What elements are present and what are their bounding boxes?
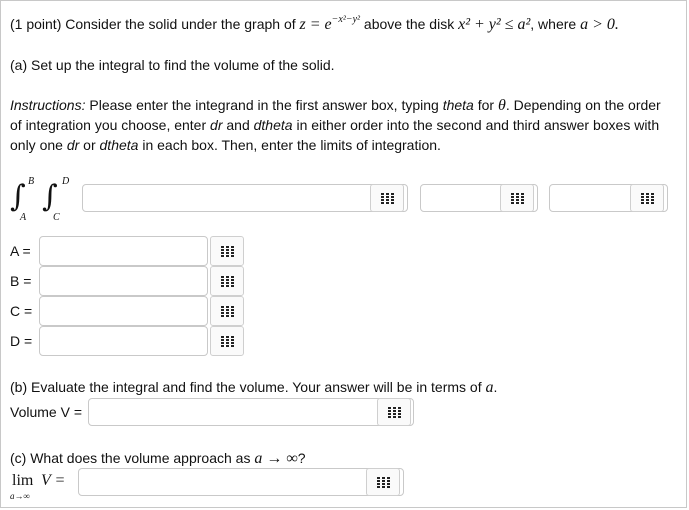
inner-lower-limit: C	[53, 212, 60, 223]
limit-a-equation-editor-button[interactable]	[210, 236, 244, 266]
limit-c-equation-editor-button[interactable]	[210, 296, 244, 326]
integrand-input[interactable]	[82, 184, 408, 212]
grid-icon	[640, 192, 654, 204]
outer-upper-limit: B	[28, 176, 35, 187]
problem-prefix: (1 point) Consider the solid under the g…	[10, 16, 296, 32]
instructions-dtheta: dtheta	[253, 117, 293, 133]
disk-inequality: x² + y² ≤ a²	[458, 16, 531, 33]
limit-volume-equation-editor-button[interactable]	[366, 468, 400, 496]
limit-b-label: B =	[10, 273, 32, 289]
instructions-line-3: only one dr or dtheta in each box. Then,…	[10, 136, 441, 154]
part-b-prompt: (b) Evaluate the integral and find the v…	[10, 378, 497, 397]
grid-icon	[376, 476, 390, 488]
limit-a-input[interactable]	[39, 236, 208, 266]
limit-b-equation-editor-button[interactable]	[210, 266, 244, 296]
part-c-qmark: ?	[297, 450, 306, 466]
part-b-text: (b) Evaluate the integral and find the v…	[10, 379, 482, 395]
problem-statement: (1 point) Consider the solid under the g…	[10, 14, 619, 36]
part-a-prompt: (a) Set up the integral to find the volu…	[10, 57, 335, 73]
limit-c-input[interactable]	[39, 296, 208, 326]
grid-icon	[220, 305, 234, 317]
instructions-text: and	[226, 117, 250, 133]
theta-symbol: θ	[497, 97, 506, 114]
instructions-text: only one	[10, 137, 63, 153]
instructions-dr: dr	[210, 117, 223, 133]
limit-d-equation-editor-button[interactable]	[210, 326, 244, 356]
instructions-text: of integration you choose, enter	[10, 117, 207, 133]
instructions-line-1: Instructions: Please enter the integrand…	[10, 96, 661, 115]
instructions-text: Please enter the integrand in the first …	[89, 97, 439, 113]
grid-icon	[387, 406, 401, 418]
instructions-dr: dr	[66, 137, 80, 153]
instructions-text: in each box. Then, enter the limits of i…	[142, 137, 441, 153]
graph-equation: z = e−x²−y²	[299, 14, 361, 33]
grid-icon	[380, 192, 394, 204]
volume-equation-editor-button[interactable]	[377, 398, 411, 426]
problem-suffix: , where	[530, 16, 577, 32]
limit-d-input[interactable]	[39, 326, 208, 356]
instructions-text: or	[83, 137, 96, 153]
limit-a-label: A =	[10, 243, 31, 259]
outer-integral-sign: ∫	[10, 179, 26, 214]
grid-icon	[220, 245, 234, 257]
instructions-dtheta: dtheta	[99, 137, 139, 153]
differential-2-equation-editor-button[interactable]	[630, 184, 664, 212]
limit-volume-input[interactable]	[78, 468, 404, 496]
instructions-text: for	[477, 97, 495, 113]
part-b-period: .	[493, 379, 498, 395]
volume-label: Volume V =	[10, 404, 82, 420]
lim-label: lim	[12, 472, 34, 489]
problem-mid: above the disk	[363, 16, 455, 32]
integrand-equation-editor-button[interactable]	[370, 184, 404, 212]
instructions-label: Instructions:	[10, 97, 86, 113]
lim-subscript: a→∞	[10, 491, 30, 501]
inner-integral-sign: ∫	[42, 179, 58, 214]
instructions-line-2: of integration you choose, enter dr and …	[10, 116, 659, 134]
instructions-theta-word: theta	[442, 97, 474, 113]
instructions-text: in either order into the second and thir…	[296, 117, 660, 133]
grid-icon	[220, 275, 234, 287]
differential-1-equation-editor-button[interactable]	[500, 184, 534, 212]
limit-b-input[interactable]	[39, 266, 208, 296]
inner-upper-limit: D	[62, 176, 70, 187]
volume-input[interactable]	[88, 398, 414, 426]
grid-icon	[220, 335, 234, 347]
limit-c-label: C =	[10, 303, 33, 319]
part-c-text: (c) What does the volume approach as	[10, 450, 251, 466]
condition: a > 0.	[580, 16, 619, 33]
outer-lower-limit: A	[20, 212, 27, 223]
limit-d-label: D =	[10, 333, 33, 349]
part-c-prompt: (c) What does the volume approach as a →…	[10, 449, 306, 468]
a-to-infinity: a → ∞	[254, 450, 298, 467]
grid-icon	[510, 192, 524, 204]
instructions-text: . Depending on the order	[505, 97, 661, 113]
lim-variable: V =	[41, 472, 66, 489]
